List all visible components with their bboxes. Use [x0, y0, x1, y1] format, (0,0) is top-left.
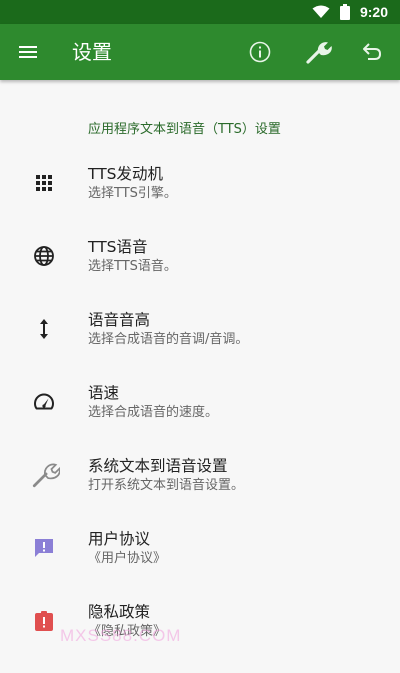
- section-title: 应用程序文本到语音（TTS）设置: [88, 122, 281, 137]
- list-item-user-agreement[interactable]: 用户协议 《用户协议》: [0, 528, 400, 600]
- item-subtitle: 选择TTS语音。: [88, 259, 177, 274]
- grid-icon: [36, 175, 52, 191]
- app-toolbar: 设置: [0, 24, 400, 80]
- item-subtitle: 选择合成语音的音调/音调。: [88, 332, 249, 347]
- status-bar: 9:20: [0, 0, 400, 24]
- speedometer-icon: [34, 393, 54, 410]
- status-right: 9:20: [312, 0, 388, 24]
- menu-icon[interactable]: [16, 40, 40, 64]
- list-item-pitch[interactable]: 语音音高 选择合成语音的音调/音调。: [0, 309, 400, 381]
- globe-icon: [34, 246, 54, 266]
- wifi-icon: [312, 5, 330, 18]
- watermark: MXSS88.COM: [60, 626, 182, 645]
- item-title: TTS发动机: [88, 165, 164, 183]
- feedback-icon: [35, 539, 53, 557]
- item-subtitle: 选择TTS引擎。: [88, 186, 177, 201]
- item-subtitle: 打开系统文本到语音设置。: [88, 478, 245, 493]
- info-icon[interactable]: [248, 40, 272, 64]
- wrench-icon[interactable]: [304, 38, 332, 66]
- item-title: 系统文本到语音设置: [88, 457, 228, 475]
- list-item-speech-rate[interactable]: 语速 选择合成语音的速度。: [0, 382, 400, 454]
- item-title: 隐私政策: [88, 603, 151, 621]
- list-item-tts-engine[interactable]: TTS发动机 选择TTS引擎。: [0, 163, 400, 235]
- list-item-system-tts-settings[interactable]: 系统文本到语音设置 打开系统文本到语音设置。: [0, 455, 400, 527]
- alert-clipboard-icon: [35, 611, 53, 631]
- wrench-icon: [32, 463, 60, 488]
- page-title: 设置: [72, 40, 112, 64]
- item-title: 用户协议: [88, 530, 151, 548]
- item-subtitle: 《用户协议》: [88, 551, 167, 566]
- item-title: 语速: [88, 384, 120, 402]
- item-subtitle: 选择合成语音的速度。: [88, 405, 219, 420]
- status-time: 9:20: [359, 4, 388, 20]
- undo-icon[interactable]: [360, 40, 384, 64]
- battery-icon: [339, 4, 350, 20]
- item-title: 语音音高: [88, 311, 151, 329]
- vertical-arrows-icon: [40, 319, 48, 339]
- list-item-tts-voice[interactable]: TTS语音 选择TTS语音。: [0, 236, 400, 308]
- item-title: TTS语音: [88, 238, 148, 256]
